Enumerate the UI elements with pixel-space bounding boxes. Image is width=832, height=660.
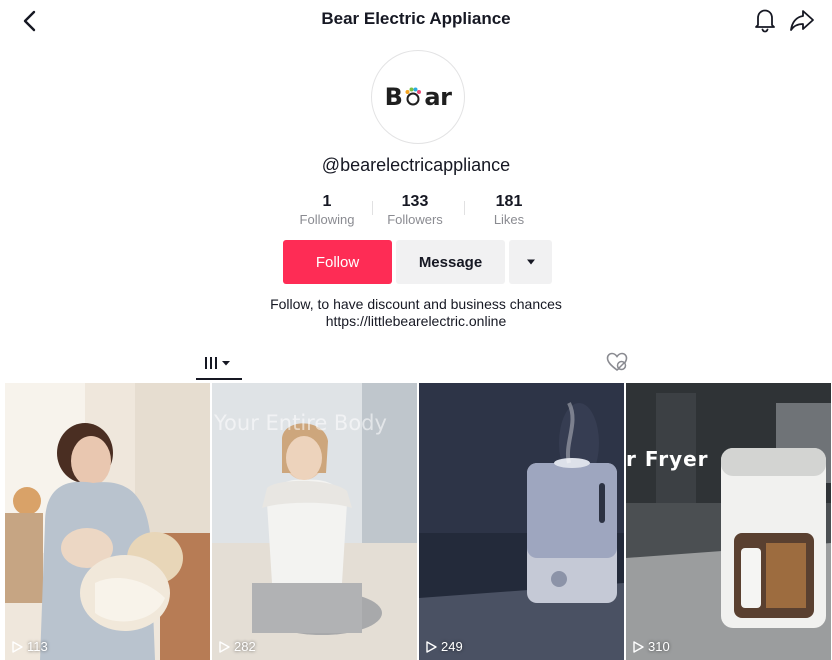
followers-count: 133 — [401, 193, 429, 210]
followers-label: Followers — [387, 212, 443, 227]
username: @bearelectricappliance — [321, 155, 511, 175]
stat-divider — [372, 201, 373, 215]
bear-logo: B ar — [384, 83, 452, 111]
play-count-value: 249 — [441, 639, 463, 654]
share-icon[interactable] — [788, 6, 816, 34]
play-count-value: 113 — [27, 639, 48, 654]
stat-followers[interactable]: 133 Followers — [375, 193, 455, 229]
grid-icon — [205, 357, 230, 369]
play-count: 282 — [218, 639, 256, 654]
bell-icon[interactable] — [752, 6, 778, 34]
stat-divider — [464, 201, 465, 215]
page-title: Bear Electric Appliance — [321, 9, 511, 28]
likes-count: 181 — [495, 193, 523, 210]
video-thumbnail-image — [626, 383, 831, 660]
bio-text: Follow, to have discount and business ch… — [270, 296, 562, 312]
following-count: 1 — [322, 193, 332, 210]
play-icon — [219, 640, 230, 653]
bio-link[interactable]: https://littlebearelectric.online — [0, 313, 832, 330]
message-button[interactable]: Message — [396, 240, 505, 284]
bio: Follow, to have discount and business ch… — [0, 296, 832, 330]
tab-videos[interactable] — [196, 345, 242, 381]
video-thumbnail[interactable]: r Fryer 310 — [626, 383, 832, 660]
video-thumbnail[interactable]: 249 — [419, 383, 624, 660]
caret-down-icon — [526, 259, 535, 265]
video-thumbnail[interactable]: 113 — [5, 383, 210, 660]
play-icon — [426, 640, 437, 653]
following-label: Following — [299, 212, 355, 227]
stat-following[interactable]: 1 Following — [287, 193, 367, 229]
content-tabs — [0, 345, 832, 381]
paw-icon — [405, 87, 422, 106]
play-count-value: 310 — [648, 639, 670, 654]
video-thumbnail-image — [419, 383, 624, 660]
liked-hidden-icon[interactable] — [604, 349, 630, 375]
more-options-button[interactable] — [509, 240, 552, 284]
follow-button[interactable]: Follow — [283, 240, 392, 284]
video-caption: Your Entire Body — [214, 411, 387, 435]
profile-stats: 1 Following 133 Followers 181 Likes — [295, 193, 537, 229]
top-bar: Bear Electric Appliance — [0, 0, 832, 40]
play-count-value: 282 — [234, 639, 256, 654]
play-count: 310 — [632, 639, 670, 654]
video-thumbnail[interactable]: Your Entire Body 282 — [212, 383, 417, 660]
video-thumbnail-image — [5, 383, 210, 660]
play-icon — [633, 640, 644, 653]
play-icon — [12, 640, 23, 653]
caret-down-icon — [222, 361, 230, 366]
video-grid: 113 Your Entire Body 282 249 r Fryer 310 — [5, 383, 832, 660]
back-arrow-icon[interactable] — [18, 8, 44, 34]
active-tab-indicator — [196, 378, 242, 380]
play-count: 113 — [11, 639, 48, 654]
play-count: 249 — [425, 639, 463, 654]
video-caption: r Fryer — [626, 447, 709, 471]
likes-label: Likes — [493, 212, 525, 227]
stat-likes[interactable]: 181 Likes — [469, 193, 549, 229]
avatar[interactable]: B ar — [371, 50, 465, 144]
